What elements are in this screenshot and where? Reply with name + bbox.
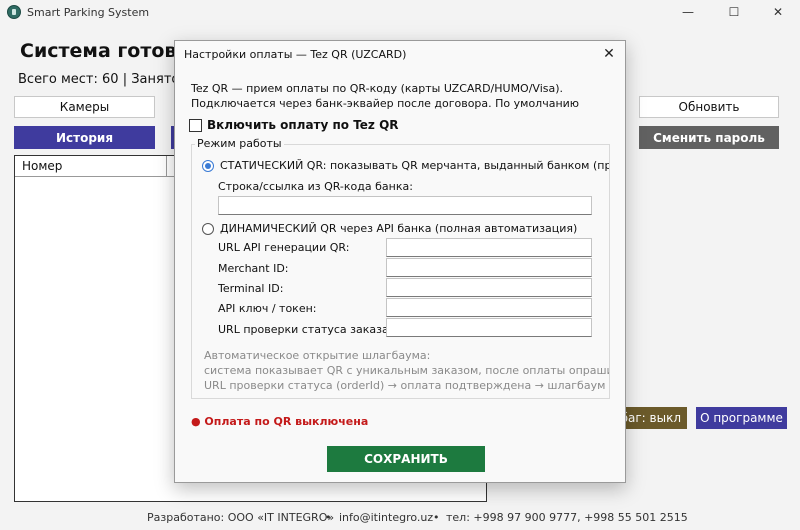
app-logo-icon bbox=[7, 5, 21, 19]
history-button[interactable]: История bbox=[14, 126, 155, 149]
dynamic-mode-radio[interactable] bbox=[202, 223, 214, 235]
dialog-titlebar: Настройки оплаты — Tez QR (UZCARD) ✕ bbox=[175, 41, 625, 68]
static-qr-input[interactable] bbox=[218, 196, 592, 215]
note-line: система показывает QR с уникальным заказ… bbox=[204, 364, 610, 377]
dialog-description: Tez QR — прием оплаты по QR-коду (карты … bbox=[191, 81, 579, 111]
about-button[interactable]: О программе bbox=[696, 407, 787, 429]
static-mode-radio[interactable] bbox=[202, 160, 214, 172]
auto-barrier-note: Автоматическое открытие шлагбаума: систе… bbox=[204, 348, 610, 393]
dynamic-mode-label[interactable]: ДИНАМИЧЕСКИЙ QR через API банка (полная … bbox=[220, 222, 577, 235]
capacity-status: Всего мест: 60 | Занято: 0 bbox=[18, 72, 197, 87]
dialog-title: Настройки оплаты — Tez QR (UZCARD) bbox=[184, 48, 407, 61]
minimize-icon[interactable]: — bbox=[678, 3, 698, 21]
window-titlebar: Smart Parking System — ☐ ✕ bbox=[0, 0, 800, 26]
static-mode-label[interactable]: СТАТИЧЕСКИЙ QR: показывать QR мерчанта, … bbox=[220, 159, 609, 172]
merchant-id-input[interactable] bbox=[386, 258, 592, 277]
api-url-label: URL API генерации QR: bbox=[218, 241, 350, 254]
enable-row[interactable]: Включить оплату по Tez QR bbox=[189, 118, 399, 132]
terminal-id-input[interactable] bbox=[386, 278, 592, 297]
status-url-input[interactable] bbox=[386, 318, 592, 337]
api-key-input[interactable] bbox=[386, 298, 592, 317]
note-line: Автоматическое открытие шлагбаума: bbox=[204, 349, 431, 362]
api-key-label: API ключ / токен: bbox=[218, 302, 317, 315]
api-url-input[interactable] bbox=[386, 238, 592, 257]
save-button[interactable]: СОХРАНИТЬ bbox=[327, 446, 485, 472]
enable-label[interactable]: Включить оплату по Tez QR bbox=[207, 118, 399, 132]
change-password-button[interactable]: Сменить пароль bbox=[639, 126, 779, 149]
merchant-id-label: Merchant ID: bbox=[218, 262, 289, 275]
note-line: URL проверки статуса (orderId) → оплата … bbox=[204, 379, 606, 392]
status-url-label: URL проверки статуса заказа: bbox=[218, 323, 393, 336]
footer-developer: Разработано: ООО «IT INTEGRO» bbox=[147, 511, 335, 524]
mode-legend: Режим работы bbox=[195, 137, 284, 150]
enable-checkbox[interactable] bbox=[189, 118, 202, 132]
qr-status: ● Оплата по QR выключена bbox=[191, 415, 369, 428]
close-icon[interactable]: ✕ bbox=[768, 3, 788, 21]
mode-group: СТАТИЧЕСКИЙ QR: показывать QR мерчанта, … bbox=[191, 144, 610, 399]
cameras-button[interactable]: Камеры bbox=[14, 96, 155, 118]
maximize-icon[interactable]: ☐ bbox=[724, 3, 744, 21]
close-icon[interactable]: ✕ bbox=[599, 45, 619, 63]
footer-phones: тел: +998 97 900 9777, +998 55 501 2515 bbox=[446, 511, 688, 524]
footer-separator: • bbox=[433, 511, 440, 524]
footer-separator: • bbox=[325, 511, 332, 524]
column-header-number[interactable]: Номер bbox=[15, 156, 167, 176]
refresh-button[interactable]: Обновить bbox=[639, 96, 779, 118]
window-title: Smart Parking System bbox=[27, 6, 150, 19]
main-heading: Система готова bbox=[20, 40, 190, 62]
footer: Разработано: ООО «IT INTEGRO» • info@iti… bbox=[0, 508, 800, 530]
description-line: Tez QR — прием оплаты по QR-коду (карты … bbox=[191, 82, 564, 95]
static-qr-label: Строка/ссылка из QR-кода банка: bbox=[218, 180, 413, 193]
terminal-id-label: Terminal ID: bbox=[218, 282, 284, 295]
description-line: Подключается через банк-эквайер после до… bbox=[191, 97, 580, 110]
payment-settings-dialog: Настройки оплаты — Tez QR (UZCARD) ✕ Tez… bbox=[174, 40, 626, 483]
footer-email[interactable]: info@itintegro.uz bbox=[339, 511, 433, 524]
